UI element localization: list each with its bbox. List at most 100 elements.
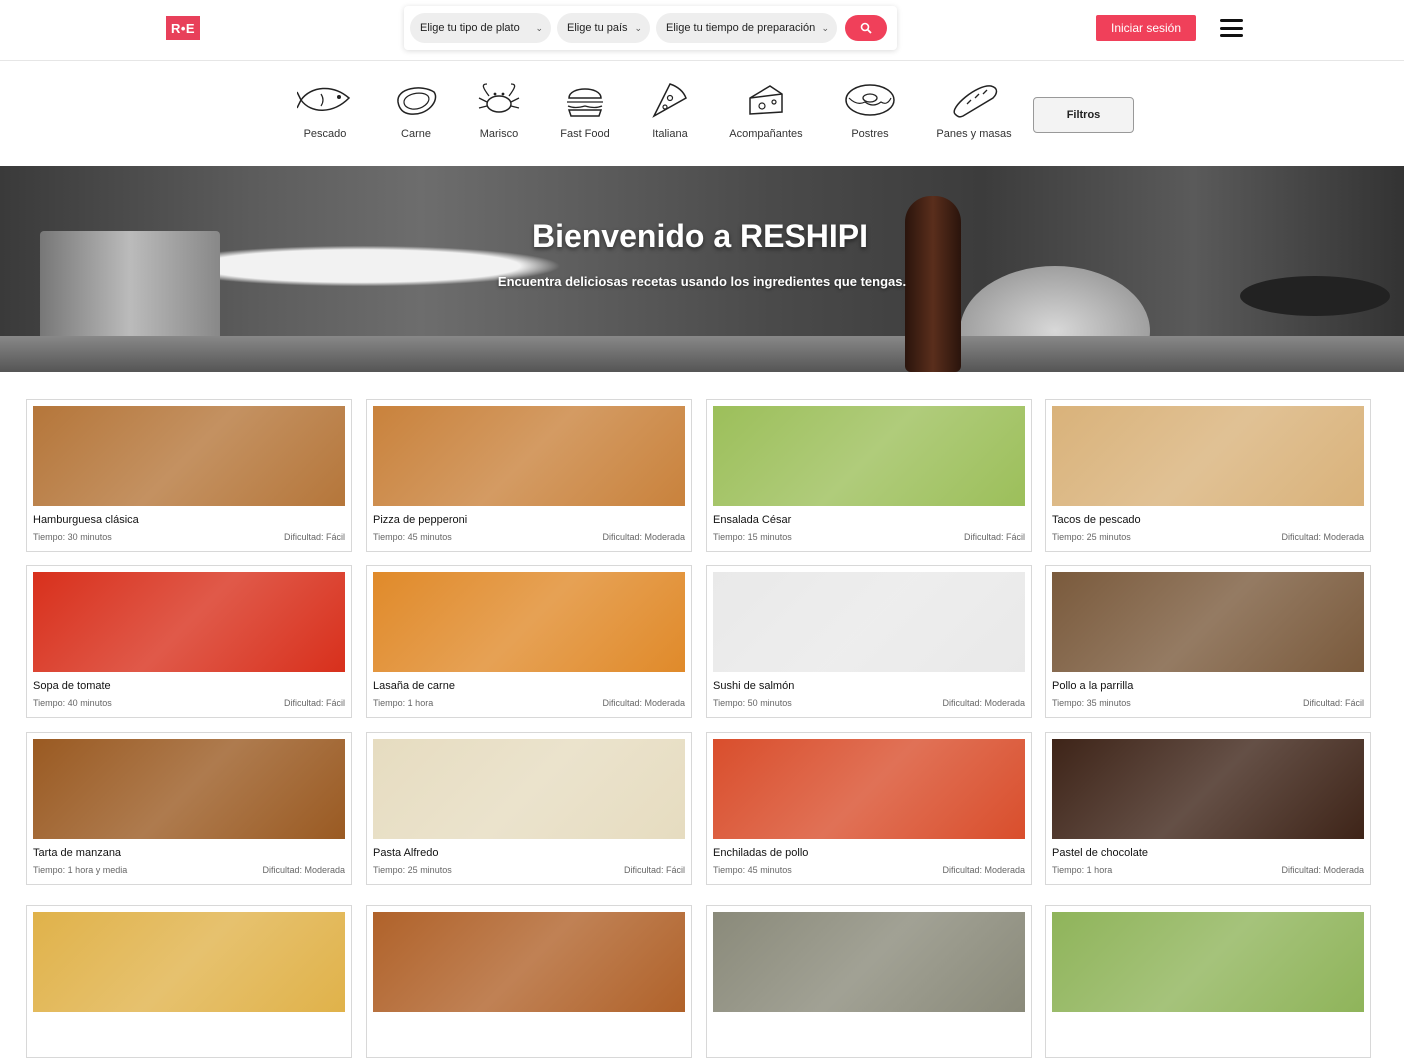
country-select-label: Elige tu país [567,22,628,34]
cheese-icon [749,85,783,115]
recipe-image[interactable] [33,912,345,1012]
recipe-time: Tiempo: 1 hora [1052,865,1113,875]
hero-subtitle: Encuentra deliciosas recetas usando los … [497,274,907,289]
recipe-time: Tiempo: 50 minutos [713,698,792,708]
recipe-card[interactable]: Hamburguesa clásica Tiempo: 30 minutos Dif… [26,399,352,552]
recipe-card[interactable] [26,905,352,1058]
recipe-image[interactable] [713,406,1025,506]
donut-icon [845,84,895,116]
recipe-difficulty: Dificultad: Fácil [283,698,345,708]
category-pescado[interactable]: Pescado [280,80,370,140]
recipe-title[interactable]: Pasta Alfredo [373,847,438,859]
recipe-title[interactable]: Sopa de tomate [33,680,111,692]
recipe-card[interactable]: Pastel de chocolate Tiempo: 1 hora Dificul… [1045,732,1371,885]
recipe-difficulty: Dificultad: Fácil [623,865,685,875]
recipe-image[interactable] [33,572,345,672]
filters-button[interactable]: Filtros [1033,97,1134,133]
recipe-time: Tiempo: 30 minutos [33,532,112,542]
recipe-time: Tiempo: 1 hora [373,698,434,708]
category-label: Italiana [652,128,688,140]
hamburger-menu-icon[interactable] [1220,19,1243,37]
recipe-card[interactable]: Pizza de pepperoni Tiempo: 45 minutos Difi… [366,399,692,552]
recipe-difficulty: Dificultad: Fácil [1302,698,1364,708]
recipe-title[interactable]: Sushi de salmón [713,680,794,692]
search-bar: Elige tu tipo de plato ⌄ Elige tu país ⌄… [404,6,897,50]
recipe-image[interactable] [373,912,685,1012]
category-bar: Pescado Carne Marisco Fast Food Italiana… [0,62,1404,166]
recipe-difficulty: Dificultad: Moderada [942,865,1025,875]
recipe-image[interactable] [1052,572,1364,672]
recipe-card[interactable]: Pasta Alfredo Tiempo: 25 minutos Dificulta… [366,732,692,885]
hero-banner: Bienvenido a RESHIPI Encuentra deliciosa… [0,166,1404,372]
dish-type-select[interactable]: Elige tu tipo de plato ⌄ [410,13,551,43]
category-label: Acompañantes [729,128,803,140]
hero-background-image [0,336,1404,372]
recipe-image[interactable] [33,406,345,506]
chevron-down-icon: ⌄ [821,22,829,33]
recipe-image[interactable] [1052,912,1364,1012]
recipe-title[interactable]: Hamburguesa clásica [33,514,139,526]
recipe-image[interactable] [373,406,685,506]
category-fast-food[interactable]: Fast Food [540,80,630,140]
recipe-title[interactable]: Lasaña de carne [373,680,455,692]
recipe-image[interactable] [713,572,1025,672]
recipe-image[interactable] [1052,739,1364,839]
category-carne[interactable]: Carne [371,80,461,140]
category-panes-y-masas[interactable]: Panes y masas [929,80,1019,140]
recipe-image[interactable] [373,739,685,839]
pizza-slice-icon [652,83,687,118]
search-icon [860,22,872,34]
recipe-time: Tiempo: 40 minutos [33,698,112,708]
recipe-image[interactable] [1052,406,1364,506]
recipe-title[interactable]: Pollo a la parrilla [1052,680,1133,692]
category-label: Carne [401,128,431,140]
recipe-difficulty: Dificultad: Fácil [963,532,1025,542]
recipe-image[interactable] [373,572,685,672]
recipe-difficulty: Dificultad: Moderada [1281,865,1364,875]
recipe-image[interactable] [713,912,1025,1012]
prep-time-select[interactable]: Elige tu tiempo de preparación ⌄ [656,13,837,43]
category-acompanantes[interactable]: Acompañantes [721,80,811,140]
category-postres[interactable]: Postres [825,80,915,140]
recipe-time: Tiempo: 35 minutos [1052,698,1131,708]
category-label: Pescado [303,128,347,140]
recipe-image[interactable] [713,739,1025,839]
category-label: Marisco [479,128,519,140]
dish-type-select-label: Elige tu tipo de plato [420,22,520,34]
login-button[interactable]: Iniciar sesión [1096,15,1196,41]
recipe-card[interactable]: Tacos de pescado Tiempo: 25 minutos Dificu… [1045,399,1371,552]
recipe-title[interactable]: Enchiladas de pollo [713,847,808,859]
search-button[interactable] [845,15,887,41]
recipe-title[interactable]: Pizza de pepperoni [373,514,467,526]
recipe-title[interactable]: Tacos de pescado [1052,514,1141,526]
category-italiana[interactable]: Italiana [625,80,715,140]
recipe-difficulty: Dificultad: Moderada [602,532,685,542]
fish-icon [297,87,351,111]
category-label: Panes y masas [936,128,1012,140]
recipe-card[interactable]: Enchiladas de pollo Tiempo: 45 minutos Dif… [706,732,1032,885]
recipe-card[interactable]: Sopa de tomate Tiempo: 40 minutos Dificult… [26,565,352,718]
recipe-card[interactable]: Sushi de salmón Tiempo: 50 minutos Dificul… [706,565,1032,718]
recipe-time: Tiempo: 45 minutos [373,532,452,542]
category-label: Fast Food [560,128,610,140]
recipe-card[interactable] [1045,905,1371,1058]
recipe-title[interactable]: Ensalada César [713,514,791,526]
logo[interactable]: R•E [166,16,200,40]
recipe-image[interactable] [33,739,345,839]
recipe-title[interactable]: Tarta de manzana [33,847,121,859]
bread-icon [953,85,998,118]
recipe-card[interactable] [706,905,1032,1058]
recipe-card[interactable]: Pollo a la parrilla Tiempo: 35 minutos Dif… [1045,565,1371,718]
recipe-time: Tiempo: 25 minutos [1052,532,1131,542]
recipe-title[interactable]: Pastel de chocolate [1052,847,1148,859]
chevron-down-icon: ⌄ [634,22,642,33]
country-select[interactable]: Elige tu país ⌄ [557,13,650,43]
top-navbar: R•E Elige tu tipo de plato ⌄ Elige tu pa… [0,0,1404,61]
category-marisco[interactable]: Marisco [454,80,544,140]
recipe-card[interactable]: Lasaña de carne Tiempo: 1 hora Dificultad:… [366,565,692,718]
recipe-card[interactable] [366,905,692,1058]
recipe-card[interactable]: Ensalada César Tiempo: 15 minutos Dificult… [706,399,1032,552]
recipe-time: Tiempo: 45 minutos [713,865,792,875]
recipe-difficulty: Dificultad: Moderada [1281,532,1364,542]
recipe-card[interactable]: Tarta de manzana Tiempo: 1 hora y media Di… [26,732,352,885]
